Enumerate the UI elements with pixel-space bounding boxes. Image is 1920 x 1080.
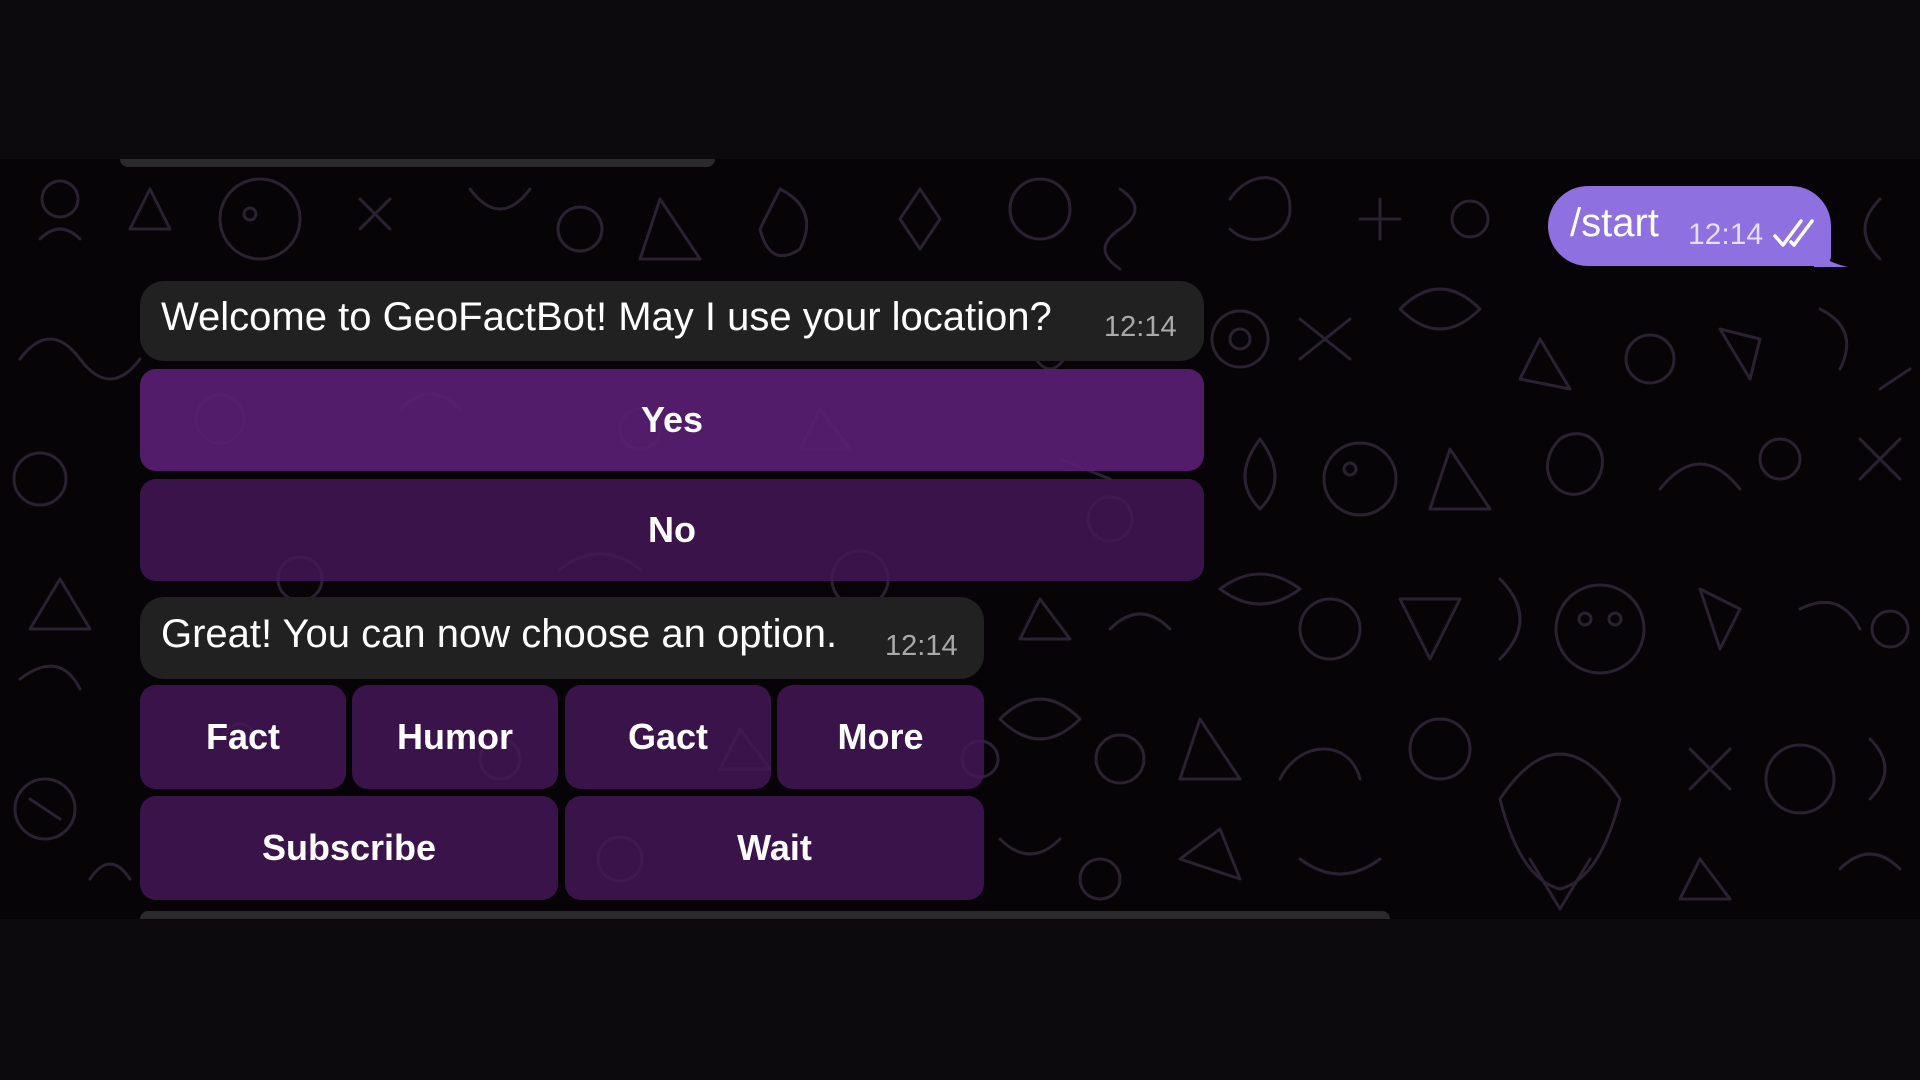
outgoing-message-time: 12:14 xyxy=(1688,218,1764,251)
next-message-edge xyxy=(140,911,1390,919)
incoming-message[interactable]: Welcome to GeoFactBot! May I use your lo… xyxy=(140,281,1204,361)
incoming-message[interactable]: Great! You can now choose an option. 12:… xyxy=(140,597,984,679)
bottom-bar xyxy=(0,919,1920,1080)
inline-button-gact[interactable]: Gact xyxy=(565,685,771,789)
incoming-message-text: Welcome to GeoFactBot! May I use your lo… xyxy=(161,295,1052,339)
inline-button-yes[interactable]: Yes xyxy=(140,369,1204,471)
outgoing-message-text: /start xyxy=(1570,201,1659,245)
inline-button-humor[interactable]: Humor xyxy=(352,685,558,789)
inline-button-wait[interactable]: Wait xyxy=(565,796,984,900)
incoming-message-time: 12:14 xyxy=(1104,311,1177,343)
inline-button-subscribe[interactable]: Subscribe xyxy=(140,796,558,900)
inline-button-no[interactable]: No xyxy=(140,479,1204,581)
top-bar xyxy=(0,0,1920,159)
incoming-message-text: Great! You can now choose an option. xyxy=(161,612,838,656)
outgoing-bubble-tail xyxy=(1814,245,1848,267)
chat-area[interactable]: /start 12:14 Welcome to GeoFactBot! May … xyxy=(0,159,1920,919)
telegram-chat-window: /start 12:14 Welcome to GeoFactBot! May … xyxy=(0,0,1920,1080)
outgoing-message[interactable]: /start 12:14 xyxy=(1548,186,1831,266)
inline-button-more[interactable]: More xyxy=(777,685,984,789)
previous-message-edge xyxy=(120,159,715,167)
inline-button-fact[interactable]: Fact xyxy=(140,685,346,789)
incoming-message-time: 12:14 xyxy=(885,630,958,662)
